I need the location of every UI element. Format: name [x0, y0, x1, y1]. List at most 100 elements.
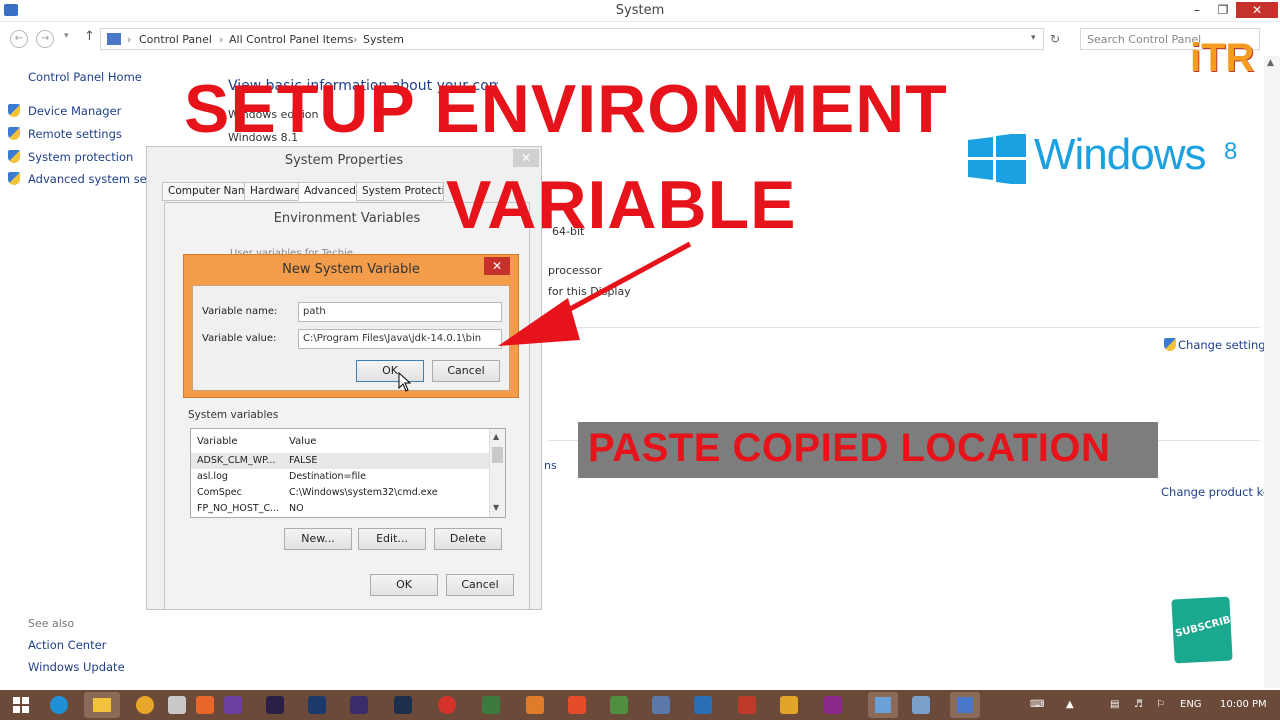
app-icon[interactable]	[526, 696, 544, 714]
overlay-heading-line2: VARIABLE	[446, 167, 797, 243]
forward-button[interactable]: →	[36, 30, 54, 48]
system-variables-list[interactable]: Variable Value ADSK_CLM_WP... FALSE asl.…	[190, 428, 506, 518]
control-panel-taskbar-icon[interactable]	[868, 692, 898, 718]
tab-system-protection[interactable]: System Protection	[356, 182, 444, 201]
app-icon[interactable]	[912, 696, 930, 714]
chrome-icon[interactable]	[136, 696, 154, 714]
change-product-key-link[interactable]: Change product key	[1161, 485, 1277, 499]
windows-logo-text: Windows	[1034, 130, 1206, 179]
shield-icon	[8, 127, 20, 140]
shield-icon	[8, 104, 20, 117]
ie-icon[interactable]	[50, 696, 68, 714]
overlay-heading-line1: SETUP ENVIRONMENT	[184, 71, 948, 147]
variable-value-input[interactable]: C:\Program Files\Java\jdk-14.0.1\bin	[298, 329, 502, 349]
photoshop-icon[interactable]	[308, 696, 326, 714]
back-button[interactable]: ←	[10, 30, 28, 48]
tray-expand-icon[interactable]: ▲	[1066, 699, 1074, 710]
remote-settings-link[interactable]: Remote settings	[28, 127, 122, 141]
change-settings-link[interactable]: Change settings	[1178, 338, 1272, 352]
app-icon[interactable]	[780, 696, 798, 714]
minimize-button[interactable]: –	[1184, 2, 1210, 18]
system-protection-link[interactable]: System protection	[28, 150, 133, 164]
network-icon[interactable]: ▤	[1110, 699, 1119, 710]
mouse-cursor-icon	[398, 371, 412, 392]
windows-update-link[interactable]: Windows Update	[28, 660, 125, 674]
new-variable-title: New System Variable	[282, 262, 420, 277]
file-explorer-icon[interactable]	[84, 692, 120, 718]
see-also-label: See also	[28, 617, 75, 630]
scroll-up-icon[interactable]: ▲	[493, 432, 499, 441]
table-row[interactable]: ADSK_CLM_WP... FALSE	[191, 453, 489, 469]
address-bar[interactable]: › Control Panel › All Control Panel Item…	[100, 28, 1044, 50]
page-scrollbar[interactable]: ▲	[1264, 56, 1280, 688]
address-dropdown-icon[interactable]: ▾	[1031, 33, 1036, 43]
start-button[interactable]	[12, 696, 30, 714]
close-button[interactable]: ✕	[1236, 2, 1278, 18]
app-icon[interactable]	[438, 696, 456, 714]
table-row[interactable]: asl.log Destination=file	[191, 469, 489, 485]
notification-icon[interactable]: ⚐	[1156, 699, 1165, 710]
windows-logo-version: 8	[1224, 138, 1238, 165]
paste-location-banner: PASTE COPIED LOCATION	[578, 422, 1158, 478]
table-row[interactable]: FP_NO_HOST_C... NO	[191, 501, 489, 517]
app-icon[interactable]	[694, 696, 712, 714]
scroll-down-icon[interactable]: ▼	[493, 503, 499, 512]
new-variable-cancel-button[interactable]: Cancel	[432, 360, 500, 382]
system-properties-close-button[interactable]: ✕	[513, 149, 539, 167]
app-icon[interactable]	[224, 696, 242, 714]
control-panel-icon	[107, 33, 121, 45]
app-icon[interactable]	[168, 696, 186, 714]
breadcrumb-control-panel[interactable]: Control Panel	[139, 33, 212, 46]
advanced-system-settings-link[interactable]: Advanced system settings	[28, 172, 148, 186]
new-variable-button[interactable]: New...	[284, 528, 352, 550]
app-icon[interactable]	[652, 696, 670, 714]
system-taskbar-icon[interactable]	[950, 692, 980, 718]
red-arrow-icon	[490, 236, 700, 352]
up-button[interactable]: ↑	[84, 29, 95, 44]
keyboard-icon[interactable]: ⌨	[1030, 699, 1044, 710]
app-icon[interactable]	[824, 696, 842, 714]
app-icon[interactable]	[196, 696, 214, 714]
breadcrumb-all-items[interactable]: All Control Panel Items	[229, 33, 353, 46]
app-icon[interactable]	[738, 696, 756, 714]
shield-icon	[8, 172, 20, 185]
language-indicator[interactable]: ENG	[1180, 699, 1202, 710]
delete-variable-button[interactable]: Delete	[434, 528, 502, 550]
tab-advanced[interactable]: Advanced	[298, 182, 362, 201]
premiere-icon[interactable]	[350, 696, 368, 714]
recent-locations-icon[interactable]: ▾	[64, 31, 69, 41]
after-effects-icon[interactable]	[266, 696, 284, 714]
variable-name-label: Variable name:	[202, 306, 278, 317]
app-icon[interactable]	[568, 696, 586, 714]
column-header-value[interactable]: Value	[289, 436, 316, 447]
breadcrumb-system[interactable]: System	[363, 33, 404, 46]
subscribe-badge[interactable]: SUBSCRIBE	[1171, 596, 1238, 664]
list-scrollbar[interactable]: ▲ ▼	[489, 429, 505, 517]
env-ok-button[interactable]: OK	[370, 574, 438, 596]
shield-icon	[8, 150, 20, 163]
paste-location-text: PASTE COPIED LOCATION	[588, 426, 1111, 470]
env-cancel-button[interactable]: Cancel	[446, 574, 514, 596]
scroll-up-icon[interactable]: ▲	[1267, 58, 1274, 68]
app-icon[interactable]	[482, 696, 500, 714]
control-panel-home-link[interactable]: Control Panel Home	[28, 70, 142, 84]
clock[interactable]: 10:00 PM	[1220, 699, 1267, 710]
action-center-link[interactable]: Action Center	[28, 638, 106, 652]
maximize-button[interactable]: ❐	[1210, 2, 1236, 18]
refresh-icon[interactable]: ↻	[1050, 32, 1060, 46]
device-manager-link[interactable]: Device Manager	[28, 104, 121, 118]
windows-logo-icon	[968, 132, 1026, 186]
address-row: ← → ▾ ↑ › Control Panel › All Control Pa…	[0, 26, 1280, 52]
app-icon[interactable]	[394, 696, 412, 714]
scrollbar-thumb[interactable]	[492, 447, 503, 463]
column-header-variable[interactable]: Variable	[197, 436, 238, 447]
taskbar: ⌨ ▲ ▤ ♬ ⚐ ENG 10:00 PM	[0, 690, 1280, 720]
variable-name-input[interactable]: path	[298, 302, 502, 322]
edit-variable-button[interactable]: Edit...	[358, 528, 426, 550]
volume-icon[interactable]: ♬	[1134, 699, 1143, 710]
shield-icon	[1164, 338, 1176, 351]
new-variable-ok-button[interactable]: OK	[356, 360, 424, 382]
app-icon[interactable]	[610, 696, 628, 714]
table-row[interactable]: ComSpec C:\Windows\system32\cmd.exe	[191, 485, 489, 501]
link-fragment: ns	[544, 459, 557, 472]
